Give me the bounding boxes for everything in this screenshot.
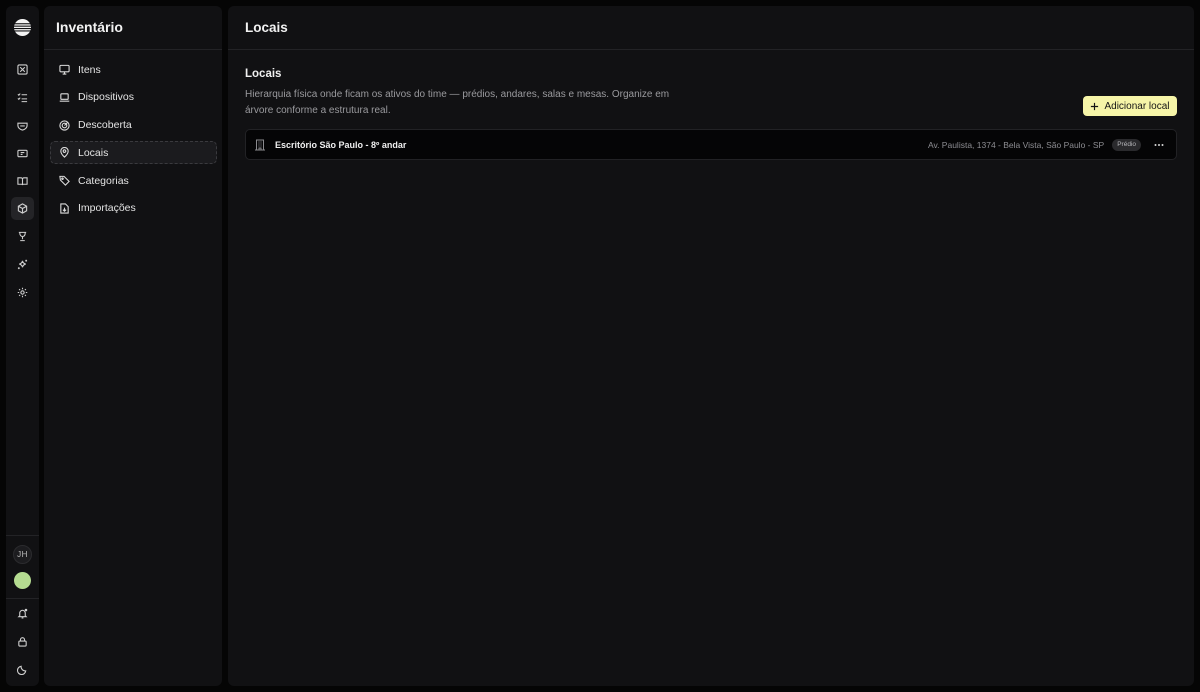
sidebar-item-label: Importações: [78, 202, 136, 215]
sidebar-item-label: Itens: [78, 63, 101, 76]
gear-icon[interactable]: [11, 281, 34, 304]
location-row[interactable]: Escritório São Paulo - 8º andar Av. Paul…: [245, 129, 1177, 160]
ticket-icon[interactable]: [11, 142, 34, 165]
avatar[interactable]: [14, 572, 31, 589]
sidebar-item-importacoes[interactable]: Importações: [50, 197, 217, 220]
tag-icon: [59, 175, 70, 187]
more-options-icon[interactable]: [1152, 138, 1166, 152]
icon-rail: JH: [6, 6, 39, 686]
add-location-button[interactable]: Adicionar local: [1083, 96, 1177, 116]
sidebar-divider: [44, 49, 222, 50]
add-location-label: Adicionar local: [1104, 100, 1170, 112]
box-icon[interactable]: [11, 197, 34, 220]
checklist-icon[interactable]: [11, 86, 34, 109]
sidebar-item-descoberta[interactable]: Descoberta: [50, 114, 217, 137]
logo-icon[interactable]: [13, 18, 32, 37]
section-description: Hierarquia física onde ficam os ativos d…: [245, 89, 670, 116]
moon-icon[interactable]: [11, 658, 34, 681]
building-icon: [254, 139, 266, 151]
sidebar-item-itens[interactable]: Itens: [50, 58, 217, 81]
book-icon[interactable]: [11, 170, 34, 193]
location-address: Av. Paulista, 1374 - Bela Vista, São Pau…: [927, 139, 1105, 150]
monitor-icon: [59, 64, 70, 75]
sidebar-item-dispositivos[interactable]: Dispositivos: [50, 86, 217, 109]
sidebar-item-label: Descoberta: [78, 119, 132, 132]
sidebar-item-locais[interactable]: Locais: [50, 141, 217, 165]
sidebar-item-label: Categorias: [78, 174, 129, 187]
sidebar-item-label: Dispositivos: [78, 91, 135, 104]
rail-divider: [6, 535, 39, 536]
sparkles-icon[interactable]: [11, 253, 34, 276]
section-title: Locais: [245, 68, 282, 80]
trophy-icon[interactable]: [11, 225, 34, 248]
sidebar-title: Inventário: [56, 19, 123, 35]
file-import-icon: [59, 203, 70, 214]
sidebar-item-label: Locais: [78, 146, 109, 159]
shield-icon[interactable]: [11, 114, 34, 137]
rail-divider: [6, 598, 39, 599]
lock-icon[interactable]: [11, 630, 34, 653]
radar-icon: [59, 119, 70, 131]
map-pin-icon: [59, 147, 70, 159]
user-initials-avatar[interactable]: JH: [13, 545, 32, 564]
page-title: Locais: [245, 20, 288, 35]
location-type-badge: Prédio: [1112, 138, 1141, 151]
dashboard-icon[interactable]: [11, 58, 34, 81]
bell-icon[interactable]: [11, 602, 34, 625]
header-divider: [228, 49, 1194, 50]
sidebar-nav: Itens Dispositivos Descoberta Locais Cat…: [50, 58, 217, 225]
location-name: Escritório São Paulo - 8º andar: [275, 139, 407, 150]
inventory-sidebar: Inventário Itens Dispositivos Descoberta…: [44, 6, 222, 686]
laptop-icon: [59, 92, 70, 103]
sidebar-item-categorias[interactable]: Categorias: [50, 169, 217, 192]
main-panel: Locais Locais Hierarquia física onde fic…: [228, 6, 1194, 686]
plus-icon: [1090, 102, 1099, 111]
